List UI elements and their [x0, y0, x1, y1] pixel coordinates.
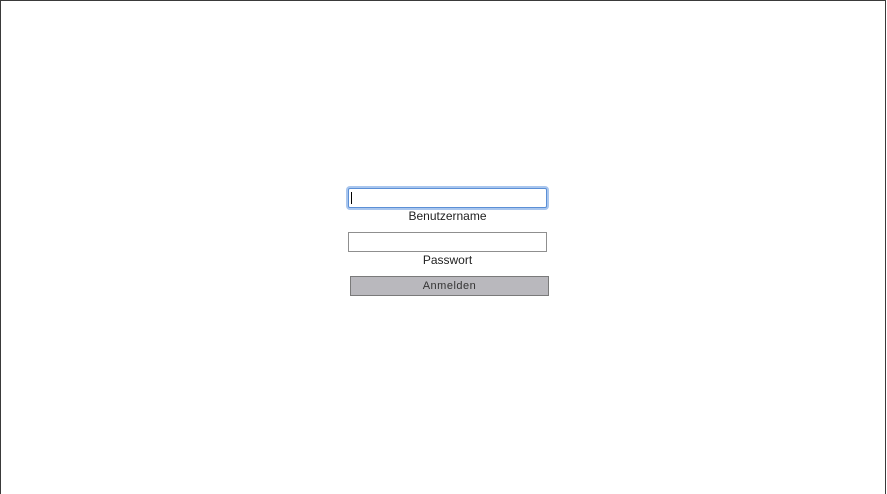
login-form: Benutzername Passwort Anmelden [348, 188, 550, 296]
password-label: Passwort [422, 253, 473, 267]
login-button[interactable]: Anmelden [350, 276, 549, 296]
username-label: Benutzername [408, 209, 487, 223]
username-input[interactable] [348, 188, 547, 208]
page-frame: Benutzername Passwort Anmelden [0, 0, 886, 494]
username-field-wrapper [348, 188, 547, 208]
text-caret [351, 192, 352, 204]
password-field-wrapper [348, 232, 547, 252]
password-input[interactable] [348, 232, 547, 252]
